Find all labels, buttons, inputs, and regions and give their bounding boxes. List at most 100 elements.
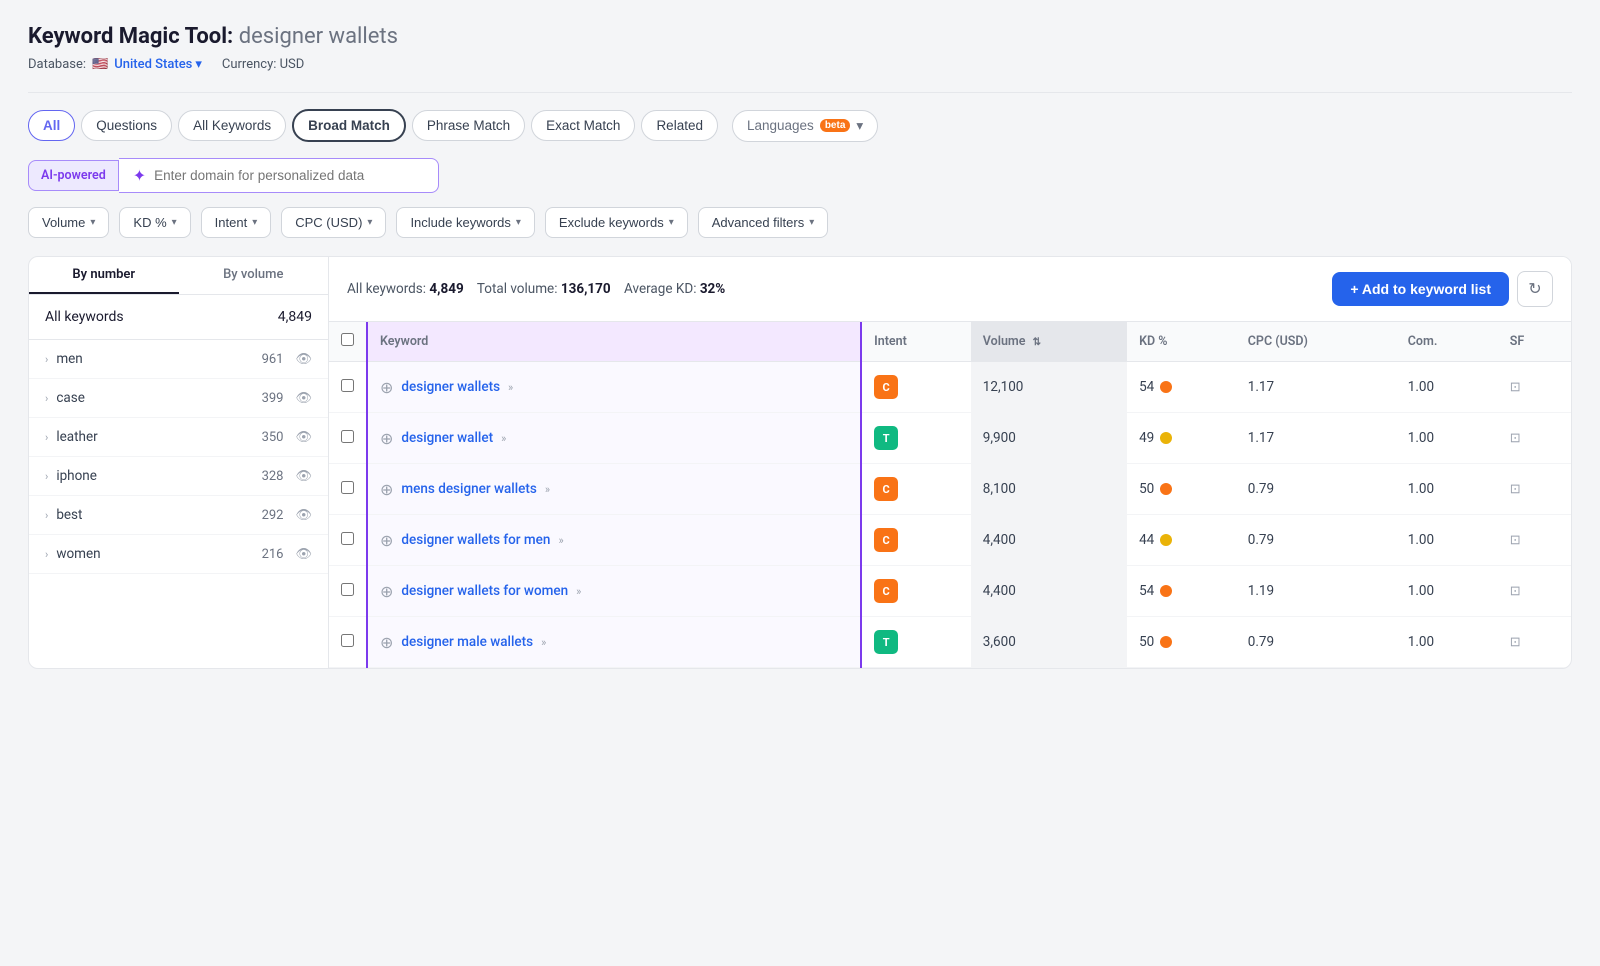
- row-checkbox-cell: [329, 362, 367, 413]
- row-checkbox-cell: [329, 566, 367, 617]
- eye-icon-leather[interactable]: 👁: [295, 430, 312, 445]
- all-keywords-value: 4,849: [429, 281, 463, 297]
- cpc-chevron-icon: ▾: [367, 217, 372, 228]
- row-checkbox[interactable]: [341, 583, 354, 596]
- volume-sort-icon: ⇅: [1033, 337, 1041, 348]
- sidebar-item-men[interactable]: › men 961 👁: [29, 340, 328, 379]
- eye-icon-best[interactable]: 👁: [295, 508, 312, 523]
- keyword-cell: ⊕ mens designer wallets »: [367, 464, 861, 515]
- row-checkbox[interactable]: [341, 634, 354, 647]
- add-keyword-icon[interactable]: ⊕: [380, 429, 393, 448]
- filter-kd[interactable]: KD % ▾: [119, 207, 190, 238]
- add-keyword-icon[interactable]: ⊕: [380, 531, 393, 550]
- keyword-link[interactable]: designer wallet: [401, 430, 493, 446]
- com-cell: 1.00: [1396, 464, 1498, 515]
- add-keyword-icon[interactable]: ⊕: [380, 480, 393, 499]
- ai-row: AI-powered ✦: [28, 158, 1572, 193]
- select-all-checkbox[interactable]: [341, 333, 354, 346]
- refresh-button[interactable]: ↻: [1517, 271, 1553, 307]
- filter-exclude-keywords[interactable]: Exclude keywords ▾: [545, 207, 688, 238]
- eye-icon-women[interactable]: 👁: [295, 547, 312, 562]
- add-keyword-icon[interactable]: ⊕: [380, 633, 393, 652]
- kd-dot: [1160, 381, 1172, 393]
- table-row: ⊕ designer wallets for men » C 4,400 44: [329, 515, 1571, 566]
- tab-questions[interactable]: Questions: [81, 110, 172, 141]
- ai-domain-input[interactable]: [154, 168, 424, 183]
- cpc-cell: 0.79: [1236, 515, 1396, 566]
- intent-badge: T: [874, 426, 898, 450]
- sidebar-header-label: All keywords: [45, 309, 124, 325]
- eye-icon-case[interactable]: 👁: [295, 391, 312, 406]
- sidebar-tab-by-number[interactable]: By number: [29, 257, 179, 294]
- tab-exact-match[interactable]: Exact Match: [531, 110, 635, 141]
- add-keyword-icon[interactable]: ⊕: [380, 378, 393, 397]
- eye-icon-iphone[interactable]: 👁: [295, 469, 312, 484]
- tab-phrase-match[interactable]: Phrase Match: [412, 110, 525, 141]
- sidebar-item-iphone[interactable]: › iphone 328 👁: [29, 457, 328, 496]
- volume-cell: 3,600: [971, 617, 1127, 668]
- keyword-chevrons-icon: »: [558, 534, 563, 547]
- tab-all[interactable]: All: [28, 110, 75, 141]
- row-checkbox[interactable]: [341, 430, 354, 443]
- database-link[interactable]: United States ▾: [114, 57, 202, 72]
- row-checkbox[interactable]: [341, 532, 354, 545]
- kd-dot: [1160, 585, 1172, 597]
- sf-icon: ⊡: [1510, 584, 1521, 599]
- keyword-link[interactable]: mens designer wallets: [401, 481, 536, 497]
- sidebar-count-iphone: 328: [262, 469, 284, 484]
- row-checkbox[interactable]: [341, 481, 354, 494]
- add-keyword-icon[interactable]: ⊕: [380, 582, 393, 601]
- volume-chevron-icon: ▾: [90, 217, 95, 228]
- title-keyword: designer wallets: [239, 24, 398, 49]
- avg-kd-label: Average KD:: [624, 281, 700, 297]
- sf-icon: ⊡: [1510, 431, 1521, 446]
- cpc-cell: 0.79: [1236, 617, 1396, 668]
- tab-languages[interactable]: Languages beta ▾: [732, 110, 878, 142]
- keyword-link[interactable]: designer male wallets: [401, 634, 533, 650]
- th-volume[interactable]: Volume ⇅: [971, 322, 1127, 362]
- filter-cpc[interactable]: CPC (USD) ▾: [281, 207, 386, 238]
- sidebar-tab-by-volume[interactable]: By volume: [179, 257, 329, 294]
- table-row: ⊕ designer male wallets » T 3,600 50: [329, 617, 1571, 668]
- sidebar-item-case[interactable]: › case 399 👁: [29, 379, 328, 418]
- sidebar-item-best[interactable]: › best 292 👁: [29, 496, 328, 535]
- total-volume-value: 136,170: [561, 281, 611, 297]
- kd-cell: 49: [1127, 413, 1236, 464]
- keyword-chevrons-icon: »: [508, 381, 513, 394]
- ai-input-wrapper: ✦: [119, 158, 439, 193]
- intent-cell: C: [861, 515, 971, 566]
- sf-cell: ⊡: [1498, 515, 1571, 566]
- sf-icon: ⊡: [1510, 533, 1521, 548]
- kd-cell: 44: [1127, 515, 1236, 566]
- filter-intent[interactable]: Intent ▾: [201, 207, 272, 238]
- filters-row: Volume ▾ KD % ▾ Intent ▾ CPC (USD) ▾ Inc…: [28, 207, 1572, 238]
- chevron-right-icon: ›: [45, 431, 48, 444]
- toolbar-right: + Add to keyword list ↻: [1332, 271, 1553, 307]
- filter-volume[interactable]: Volume ▾: [28, 207, 109, 238]
- sf-cell: ⊡: [1498, 566, 1571, 617]
- th-intent: Intent: [861, 322, 971, 362]
- ai-powered-label: AI-powered: [28, 160, 119, 191]
- eye-icon-men[interactable]: 👁: [295, 352, 312, 367]
- tab-broad-match[interactable]: Broad Match: [292, 109, 406, 142]
- tab-all-keywords[interactable]: All Keywords: [178, 110, 286, 141]
- page-title: Keyword Magic Tool: designer wallets: [28, 24, 1572, 49]
- tab-related[interactable]: Related: [641, 110, 718, 141]
- tabs-row: All Questions All Keywords Broad Match P…: [28, 109, 1572, 142]
- sidebar-item-women[interactable]: › women 216 👁: [29, 535, 328, 574]
- chevron-right-icon: ›: [45, 509, 48, 522]
- sidebar-count-women: 216: [262, 547, 284, 562]
- row-checkbox[interactable]: [341, 379, 354, 392]
- filter-include-keywords[interactable]: Include keywords ▾: [396, 207, 534, 238]
- keyword-link[interactable]: designer wallets: [401, 379, 500, 395]
- keyword-link[interactable]: designer wallets for women: [401, 583, 568, 599]
- page-wrapper: Keyword Magic Tool: designer wallets Dat…: [0, 0, 1600, 966]
- add-to-keyword-list-button[interactable]: + Add to keyword list: [1332, 272, 1509, 306]
- sidebar-item-leather[interactable]: › leather 350 👁: [29, 418, 328, 457]
- header-section: Keyword Magic Tool: designer wallets Dat…: [28, 24, 1572, 72]
- keyword-link[interactable]: designer wallets for men: [401, 532, 550, 548]
- th-kd: KD %: [1127, 322, 1236, 362]
- keyword-cell: ⊕ designer wallets »: [367, 362, 861, 413]
- title-prefix: Keyword Magic Tool:: [28, 24, 233, 49]
- filter-advanced[interactable]: Advanced filters ▾: [698, 207, 829, 238]
